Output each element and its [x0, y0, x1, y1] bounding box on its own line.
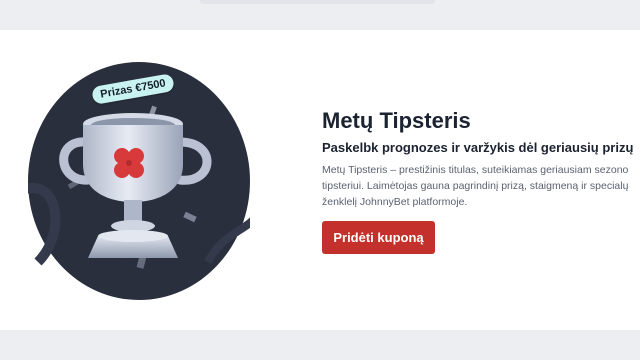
- promo-title: Metų Tipsteris: [322, 108, 471, 133]
- bottom-strip: [0, 330, 640, 360]
- clover-icon: [114, 148, 144, 178]
- background-swirl: [204, 217, 250, 264]
- promo-description: Metų Tipsteris – prestižinis titulas, su…: [322, 164, 629, 208]
- confetti-piece: [136, 256, 147, 269]
- confetti-piece: [183, 211, 197, 223]
- trophy-handle-right: [175, 137, 212, 185]
- trophy-icon: [28, 105, 250, 269]
- background-swirl: [28, 183, 61, 266]
- promo-subtitle: Paskelbk prognozes ir varžykis dėl geria…: [322, 140, 634, 155]
- top-strip: [0, 0, 640, 30]
- add-coupon-button[interactable]: Pridėti kuponą: [322, 221, 435, 254]
- trophy-base-top: [98, 230, 168, 242]
- top-tab-edge: [200, 0, 435, 4]
